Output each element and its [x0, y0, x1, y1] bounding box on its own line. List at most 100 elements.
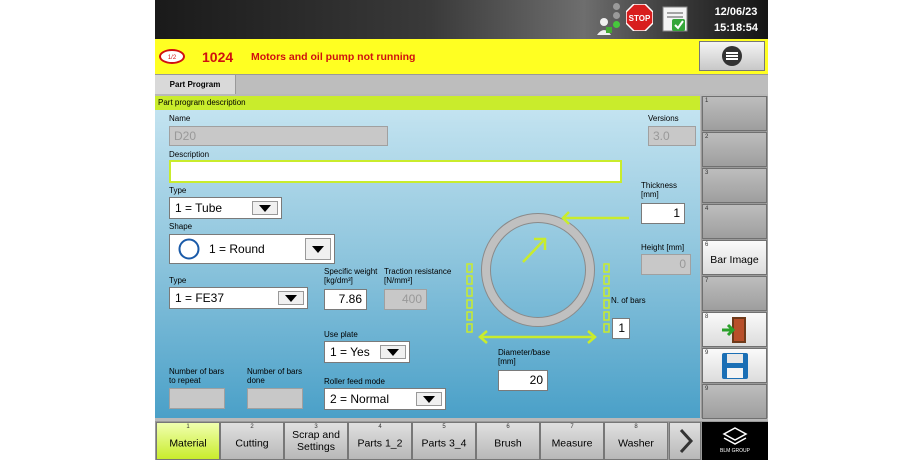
alarm-page-indicator[interactable]: 1/2	[159, 49, 185, 64]
thickness-label: Thickness [mm]	[641, 181, 678, 199]
bars-to-repeat-field	[169, 388, 225, 409]
use-plate-value: 1 = Yes	[330, 345, 370, 359]
tab-number: 6	[506, 424, 510, 430]
tab-parts-1-2[interactable]: 4 Parts 1_2	[348, 422, 412, 460]
tab-number: 2	[250, 424, 254, 430]
number-of-bars-field[interactable]: 1	[612, 318, 630, 339]
specific-weight-field[interactable]: 7.86	[324, 289, 367, 310]
status-leds	[613, 3, 621, 30]
description-label: Description	[169, 150, 210, 159]
document-check-icon[interactable]	[661, 5, 691, 33]
save-button[interactable]: 9	[702, 348, 767, 383]
exit-door-icon	[722, 317, 746, 343]
tab-parts-3-4[interactable]: 5 Parts 3_4	[412, 422, 476, 460]
tab-washer[interactable]: 8 Washer	[604, 422, 668, 460]
tab-scrap-and-settings[interactable]: 3 Scrap and Settings	[284, 422, 348, 460]
type-select-value: 1 = Tube	[175, 201, 223, 215]
tab-number: 4	[378, 424, 382, 430]
panel-title: Part program description	[155, 96, 700, 110]
side-button-number: 9	[705, 386, 709, 392]
tab-brush[interactable]: 6 Brush	[476, 422, 540, 460]
side-button-9[interactable]: 9	[702, 384, 767, 419]
roller-feed-select[interactable]: 2 = Normal	[324, 388, 446, 410]
menu-circle-icon	[722, 46, 742, 66]
side-button-number: 3	[705, 170, 709, 176]
tab-part-program[interactable]: Part Program	[155, 75, 236, 94]
system-menu-button[interactable]	[699, 41, 765, 71]
app-window: STOP 12/06/23 15:18:54 1/2 1024 Motors a…	[155, 0, 768, 460]
operator-icon	[597, 18, 612, 35]
blm-group-logo: BLM GROUP	[702, 422, 768, 460]
status-led-icon	[613, 12, 620, 19]
name-field[interactable]: D20	[169, 126, 388, 146]
tab-label: Washer	[618, 437, 654, 450]
shape-label: Shape	[169, 222, 193, 231]
date-time-display: 12/06/23 15:18:54	[714, 4, 758, 36]
tab-number: 1	[186, 424, 190, 430]
specific-weight-label: Specific weight [kg/dm³]	[324, 267, 378, 285]
diameter-field[interactable]: 20	[498, 370, 548, 391]
height-field: 0	[641, 254, 691, 275]
logo-text: BLM GROUP	[719, 448, 750, 454]
thickness-field[interactable]: 1	[641, 203, 685, 224]
side-button-number: 4	[705, 206, 709, 212]
svg-text:STOP: STOP	[629, 14, 651, 23]
bar-image-button[interactable]: 6 Bar Image	[702, 240, 767, 275]
side-button-1[interactable]: 1	[702, 96, 767, 131]
shape-select-value: 1 = Round	[209, 242, 265, 256]
side-button-number: 6	[705, 242, 709, 248]
material-type-select[interactable]: 1 = FE37	[169, 287, 308, 309]
time-text: 15:18:54	[713, 22, 758, 34]
tab-label: Material	[169, 437, 207, 450]
chevron-down-icon	[305, 238, 331, 260]
traction-resistance-label: Traction resistance [N/mm²]	[384, 267, 452, 285]
side-button-2[interactable]: 2	[702, 132, 767, 167]
date-text: 12/06/23	[714, 6, 758, 18]
shape-select[interactable]: 1 = Round	[169, 234, 335, 264]
roller-feed-label: Roller feed mode	[324, 377, 385, 386]
tab-number: 7	[570, 424, 574, 430]
side-button-number: 2	[705, 134, 709, 140]
material-type-value: 1 = FE37	[175, 291, 225, 305]
versions-label: Versions	[648, 114, 679, 123]
type-label: Type	[169, 186, 187, 195]
tab-label: Cutting	[235, 437, 269, 450]
height-label: Height [mm]	[641, 243, 685, 252]
tab-number: 8	[634, 424, 638, 430]
roller-feed-value: 2 = Normal	[330, 392, 390, 406]
diameter-label: Diameter/base [mm]	[498, 348, 551, 366]
tab-label: Scrap and Settings	[292, 429, 340, 453]
side-button-number: 9	[705, 350, 709, 356]
tab-measure[interactable]: 7 Measure	[540, 422, 604, 460]
tab-material[interactable]: 1 Material	[156, 422, 220, 460]
next-tabs-button[interactable]	[669, 422, 701, 460]
side-button-7[interactable]: 7	[702, 276, 767, 311]
alarm-bar: 1/2 1024 Motors and oil pump not running	[155, 39, 768, 75]
exit-button[interactable]: 8	[702, 312, 767, 347]
chevron-down-icon	[252, 201, 278, 215]
bars-done-label: Number of bars done	[247, 367, 303, 385]
side-button-3[interactable]: 3	[702, 168, 767, 203]
chevron-down-icon	[416, 392, 442, 406]
side-button-number: 1	[705, 98, 709, 104]
blm-logo-icon	[722, 427, 748, 445]
tab-label: Brush	[494, 437, 522, 450]
stop-sign-icon[interactable]: STOP	[626, 4, 653, 31]
part-program-panel: Part program description Name D20 Versio…	[155, 96, 700, 418]
side-button-4[interactable]: 4	[702, 204, 767, 239]
number-of-bars-label: N. of bars	[611, 296, 646, 305]
status-led-icon	[613, 3, 620, 10]
versions-field: 3.0	[648, 126, 696, 146]
use-plate-select[interactable]: 1 = Yes	[324, 341, 410, 363]
description-input[interactable]	[169, 160, 622, 183]
tab-row: Part Program	[155, 75, 768, 94]
chevron-down-icon	[278, 291, 304, 305]
status-led-icon	[613, 21, 620, 28]
tab-label: Parts 3_4	[421, 437, 467, 450]
type-select[interactable]: 1 = Tube	[169, 197, 282, 219]
chevron-down-icon	[380, 345, 406, 359]
tab-label: Parts 1_2	[357, 437, 403, 450]
top-status-bar: STOP 12/06/23 15:18:54	[155, 0, 768, 39]
tab-cutting[interactable]: 2 Cutting	[220, 422, 284, 460]
name-label: Name	[169, 114, 191, 123]
